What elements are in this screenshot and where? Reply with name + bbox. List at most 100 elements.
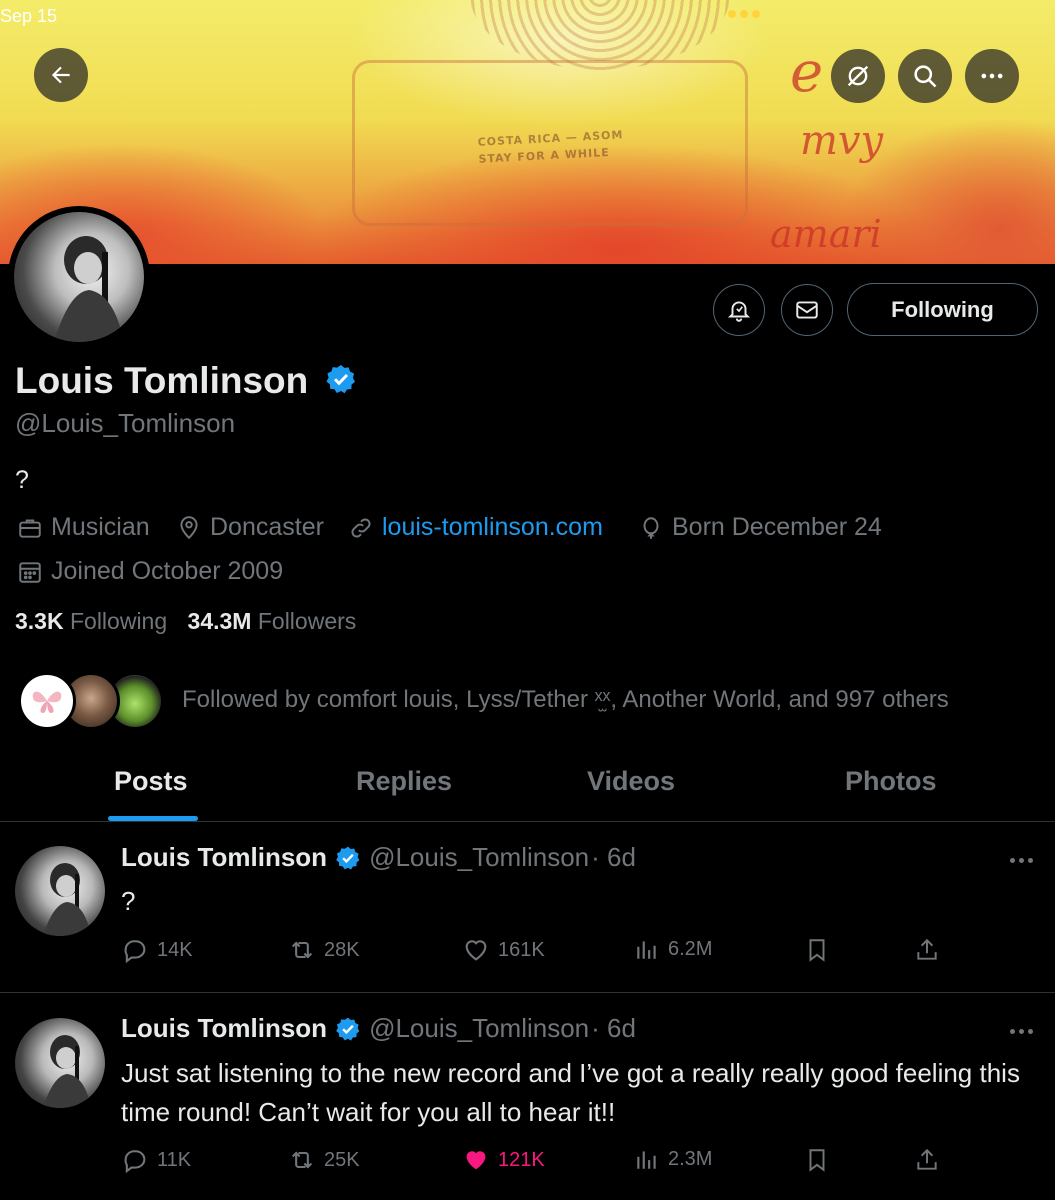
verified-badge-icon[interactable]: [325, 363, 357, 395]
more-icon: [981, 73, 1003, 79]
views-icon: [637, 1151, 656, 1169]
reply-action[interactable]: 11K: [121, 1146, 191, 1174]
multitasking-dots-icon[interactable]: [728, 10, 760, 18]
follow-stats: 3.3K Following 34.3M Followers: [15, 608, 356, 635]
like-action[interactable]: 121K: [462, 1146, 545, 1174]
post-author-handle[interactable]: @Louis_Tomlinson: [369, 1013, 589, 1044]
search-icon: [914, 65, 937, 88]
post-author-name[interactable]: Louis Tomlinson: [121, 842, 327, 873]
profile-name: Louis Tomlinson: [15, 360, 309, 401]
location-label: Doncaster: [210, 513, 324, 541]
followed-by-text[interactable]: Followed by comfort louis, Lyss/Tether ˣ…: [182, 686, 949, 714]
post-divider: [0, 992, 1055, 993]
post-header: Louis Tomlinson @Louis_Tomlinson · 6d: [121, 842, 636, 873]
post-more-icon[interactable]: [1010, 1029, 1033, 1034]
profile-avatar[interactable]: [8, 206, 150, 348]
share-action[interactable]: [914, 1146, 940, 1174]
post-avatar[interactable]: [15, 1018, 105, 1108]
followers-stat[interactable]: 34.3M Followers: [188, 608, 357, 634]
back-button[interactable]: [34, 48, 88, 102]
birthday-label: Born December 24: [672, 513, 882, 541]
message-icon: [796, 301, 818, 319]
message-button[interactable]: [781, 284, 833, 336]
post-author-name[interactable]: Louis Tomlinson: [121, 1013, 327, 1044]
bookmark-icon: [809, 1149, 825, 1172]
follower-avatar-comfort-louis[interactable]: [18, 672, 76, 730]
calendar-icon: [19, 561, 41, 583]
category-label: Musician: [51, 513, 150, 541]
notifications-button[interactable]: [713, 284, 765, 336]
profile-category: Musician: [17, 513, 150, 542]
share-action[interactable]: [914, 936, 940, 964]
like-action[interactable]: 161K: [462, 936, 545, 964]
tab-videos[interactable]: Videos: [587, 766, 675, 797]
following-button[interactable]: Following: [847, 283, 1038, 336]
profile-joined: Joined October 2009: [17, 557, 283, 586]
like-count: 161K: [498, 938, 545, 961]
banner-scrawl: amari: [770, 212, 882, 256]
turn-off-reposts-button[interactable]: [831, 49, 885, 103]
profile-handle: @Louis_Tomlinson: [15, 408, 236, 438]
profile-name-row: Louis Tomlinson: [15, 360, 357, 402]
bookmark-icon: [809, 939, 825, 962]
verified-badge-icon: [336, 1017, 360, 1041]
reply-count: 11K: [157, 1148, 192, 1171]
banner-scrawl: mvy: [800, 118, 884, 164]
repost-action[interactable]: 25K: [288, 1146, 360, 1174]
views-action[interactable]: 6.2M: [634, 936, 712, 962]
bookmark-action[interactable]: [804, 936, 830, 964]
website-link[interactable]: louis-tomlinson.com: [382, 513, 603, 542]
views-action[interactable]: 2.3M: [634, 1146, 712, 1172]
profile-birthday: Born December 24: [638, 513, 882, 542]
reply-count: 14K: [157, 938, 193, 961]
post-avatar[interactable]: [15, 846, 105, 936]
post-time[interactable]: · 6d: [591, 1013, 636, 1044]
search-button[interactable]: [898, 49, 952, 103]
post-header: Louis Tomlinson @Louis_Tomlinson · 6d: [121, 1013, 636, 1044]
back-arrow-icon: [51, 66, 70, 84]
banner-scrawl: e: [790, 40, 824, 105]
profile-banner[interactable]: COSTA RICA — ASOM STAY FOR A WHILE e mvy…: [0, 0, 1055, 264]
profile-avatar-image: [14, 212, 144, 342]
briefcase-icon: [19, 518, 41, 538]
share-icon: [917, 1148, 937, 1170]
butterfly-icon: [32, 691, 62, 713]
reply-action[interactable]: 14K: [121, 936, 193, 964]
post-text: Just sat listening to the new record and…: [121, 1058, 1020, 1127]
following-stat[interactable]: 3.3K Following: [15, 608, 167, 634]
tabs-divider: [0, 821, 1055, 822]
status-bar-date: Sep 15: [0, 6, 58, 26]
post-author-handle[interactable]: @Louis_Tomlinson: [369, 842, 589, 873]
link-icon: [351, 518, 371, 537]
profile-bio: ?: [15, 466, 29, 494]
views-icon: [637, 941, 656, 959]
repost-action[interactable]: 28K: [288, 936, 360, 964]
tab-posts[interactable]: Posts: [114, 766, 188, 797]
bookmark-action[interactable]: [804, 1146, 830, 1174]
location-pin-icon: [180, 515, 198, 539]
verified-badge-icon: [336, 846, 360, 870]
profile-location: Doncaster: [176, 513, 324, 542]
tab-replies[interactable]: Replies: [356, 766, 452, 797]
post-text: ?: [121, 886, 136, 916]
views-count: 2.3M: [668, 1147, 713, 1170]
balloon-icon: [643, 516, 659, 539]
joined-label: Joined October 2009: [51, 557, 284, 585]
repost-icon: [291, 941, 313, 959]
notification-bell-icon: [727, 301, 751, 322]
repost-count: 28K: [324, 938, 360, 961]
reply-icon: [124, 1150, 146, 1174]
tab-photos[interactable]: Photos: [845, 766, 937, 797]
like-count: 121K: [498, 1148, 545, 1171]
repost-icon: [291, 1151, 313, 1169]
post-more-icon[interactable]: [1010, 858, 1033, 863]
views-count: 6.2M: [668, 937, 713, 960]
reply-icon: [124, 940, 146, 964]
profile-website: louis-tomlinson.com: [348, 513, 603, 542]
repost-count: 25K: [324, 1148, 360, 1171]
more-options-button[interactable]: [965, 49, 1019, 103]
post-time[interactable]: · 6d: [591, 842, 636, 873]
no-retweet-icon: [847, 65, 869, 87]
like-icon: [466, 1151, 486, 1170]
like-icon: [465, 940, 487, 961]
